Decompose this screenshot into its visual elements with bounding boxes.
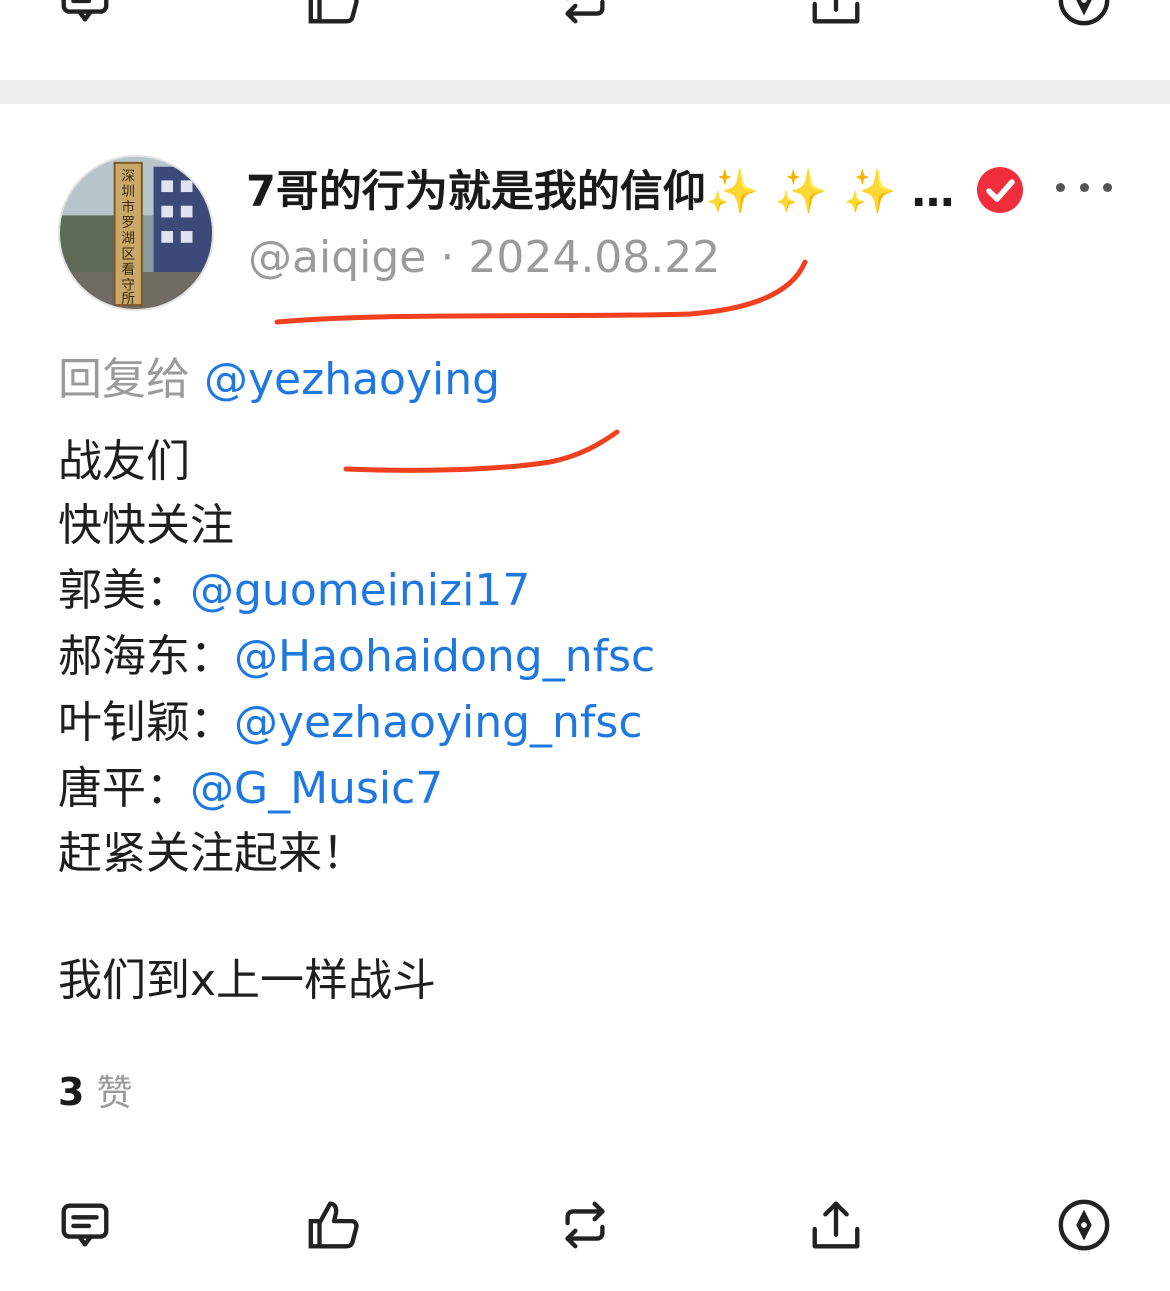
likes-label: 赞 xyxy=(96,1073,133,1114)
svg-text:所: 所 xyxy=(121,291,135,307)
mention-label: 叶钊颖： xyxy=(58,697,234,748)
mention-label: 唐平： xyxy=(58,763,190,814)
reply-prefix: 回复给 xyxy=(58,354,190,405)
svg-text:市: 市 xyxy=(121,199,135,216)
post-line-4: 我们到x上一样战斗 xyxy=(58,955,437,1006)
comment-icon xyxy=(61,1203,109,1247)
more-options-button[interactable] xyxy=(1056,170,1112,204)
comment-button[interactable] xyxy=(53,1193,117,1257)
avatar-sign-text: 深 圳 市 罗 湖 区 看 守 所 xyxy=(121,168,135,307)
share-button[interactable] xyxy=(804,1193,868,1257)
more-dots-icon xyxy=(1056,182,1065,192)
verified-check-icon xyxy=(977,167,1023,213)
repost-button[interactable] xyxy=(553,0,617,32)
svg-text:看: 看 xyxy=(121,262,135,278)
post-line-2: 快快关注 xyxy=(58,500,234,551)
mention-line: 唐平：@G_Music7 xyxy=(58,759,443,819)
reply-context: 回复给 @yezhaoying xyxy=(58,350,500,410)
reply-to-link[interactable]: @yezhaoying xyxy=(204,354,500,405)
mention-link[interactable]: @G_Music7 xyxy=(190,763,443,814)
share-button[interactable] xyxy=(804,0,868,32)
post-separator xyxy=(0,80,1170,104)
mention-label: 郭美： xyxy=(58,565,190,616)
post-action-bar xyxy=(0,1185,1170,1265)
like-button[interactable] xyxy=(302,1193,366,1257)
svg-text:深: 深 xyxy=(121,168,135,184)
like-button[interactable] xyxy=(302,0,366,32)
svg-text:圳: 圳 xyxy=(121,184,135,200)
underline-reply-to xyxy=(343,429,620,473)
mention-link[interactable]: @guomeinizi17 xyxy=(190,565,530,616)
comment-icon xyxy=(61,0,109,22)
compass-icon xyxy=(1058,0,1110,26)
compass-icon xyxy=(1058,1199,1110,1251)
likes-number: 3 xyxy=(58,1070,85,1114)
thumbs-up-icon xyxy=(308,1201,359,1249)
mention-link[interactable]: @yezhaoying_nfsc xyxy=(234,697,643,748)
mention-link[interactable]: @Haohaidong_nfsc xyxy=(234,631,655,682)
share-icon xyxy=(812,1201,860,1249)
post-meta: @aiqige · 2024.08.22 xyxy=(248,228,720,288)
meta-separator: · xyxy=(440,232,455,283)
svg-text:区: 区 xyxy=(121,246,135,262)
post-line-1: 战友们 xyxy=(58,436,190,487)
comment-button[interactable] xyxy=(53,0,117,32)
likes-count[interactable]: 3赞 xyxy=(58,1065,132,1121)
mention-label: 郝海东： xyxy=(58,631,234,682)
display-name[interactable]: 7哥的行为就是我的信仰✨ ✨ ✨ … xyxy=(246,160,954,224)
extra-button[interactable] xyxy=(1052,1193,1116,1257)
repost-icon xyxy=(565,1201,605,1249)
post-date: 2024.08.22 xyxy=(468,232,721,283)
avatar[interactable]: 深 圳 市 罗 湖 区 看 守 所 xyxy=(58,155,214,311)
avatar-image: 深 圳 市 罗 湖 区 看 守 所 xyxy=(60,157,212,309)
repost-button[interactable] xyxy=(553,1193,617,1257)
repost-icon xyxy=(565,0,605,24)
mention-line: 郝海东：@Haohaidong_nfsc xyxy=(58,627,655,687)
previous-post-action-bar xyxy=(0,0,1170,40)
mention-line: 叶钊颖：@yezhaoying_nfsc xyxy=(58,693,643,753)
share-icon xyxy=(812,0,860,24)
handle[interactable]: @aiqige xyxy=(248,232,426,283)
mention-line: 郭美：@guomeinizi17 xyxy=(58,561,530,621)
svg-text:罗: 罗 xyxy=(121,215,135,231)
extra-button[interactable] xyxy=(1052,0,1116,32)
svg-text:湖: 湖 xyxy=(121,231,135,247)
thumbs-up-icon xyxy=(308,0,359,24)
post-line-3: 赶紧关注起来！ xyxy=(58,828,366,879)
